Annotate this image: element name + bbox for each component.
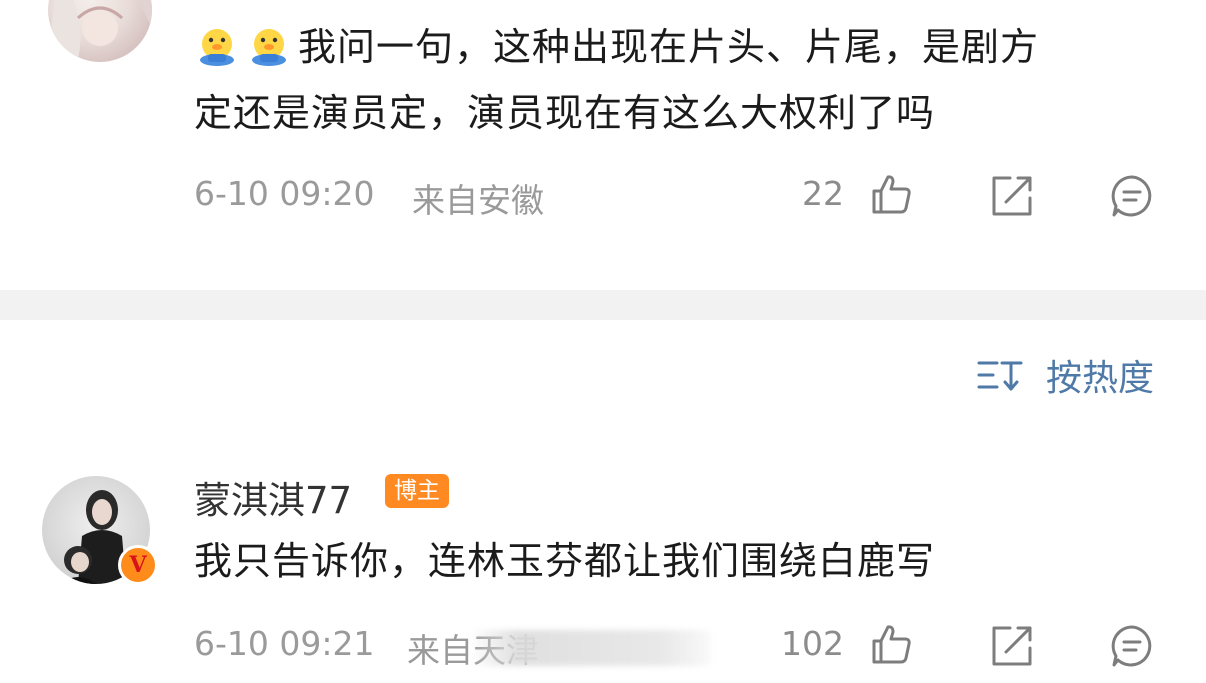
- like-icon[interactable]: [870, 622, 914, 666]
- comment-timestamp: 6-10 09:20: [194, 174, 375, 213]
- commenter-avatar[interactable]: [48, 0, 152, 62]
- comment-text: 我问一句，这种出现在片头、片尾，是剧方: [194, 18, 1039, 76]
- share-icon[interactable]: [990, 624, 1034, 668]
- sort-toggle-button[interactable]: 按热度: [976, 350, 1154, 400]
- like-count: 102: [781, 624, 844, 663]
- section-divider: [0, 290, 1206, 320]
- comment-icon[interactable]: [1110, 624, 1154, 668]
- chick-emoji-icon: [246, 20, 292, 66]
- watermark-overlay: [470, 630, 710, 666]
- comment-icon[interactable]: [1110, 174, 1154, 218]
- comment-text: 我只告诉你，连林玉芬都让我们围绕白鹿写: [194, 539, 936, 583]
- share-icon[interactable]: [990, 174, 1034, 218]
- comment-timestamp: 6-10 09:21: [194, 624, 375, 663]
- sort-icon: [976, 355, 1024, 395]
- like-count: 22: [802, 174, 844, 213]
- chick-emoji-icon: [194, 20, 240, 66]
- comment-text-line2: 定还是演员定，演员现在有这么大权利了吗: [194, 91, 936, 135]
- verified-badge-icon: V: [118, 545, 158, 585]
- username[interactable]: 蒙淇淇77: [194, 470, 352, 524]
- sort-label: 按热度: [1046, 358, 1155, 399]
- author-badge: 博主: [385, 474, 449, 508]
- comment-text-line1: 我问一句，这种出现在片头、片尾，是剧方: [298, 25, 1040, 69]
- comment-location: 来自安徽: [412, 181, 544, 220]
- like-icon[interactable]: [870, 172, 914, 216]
